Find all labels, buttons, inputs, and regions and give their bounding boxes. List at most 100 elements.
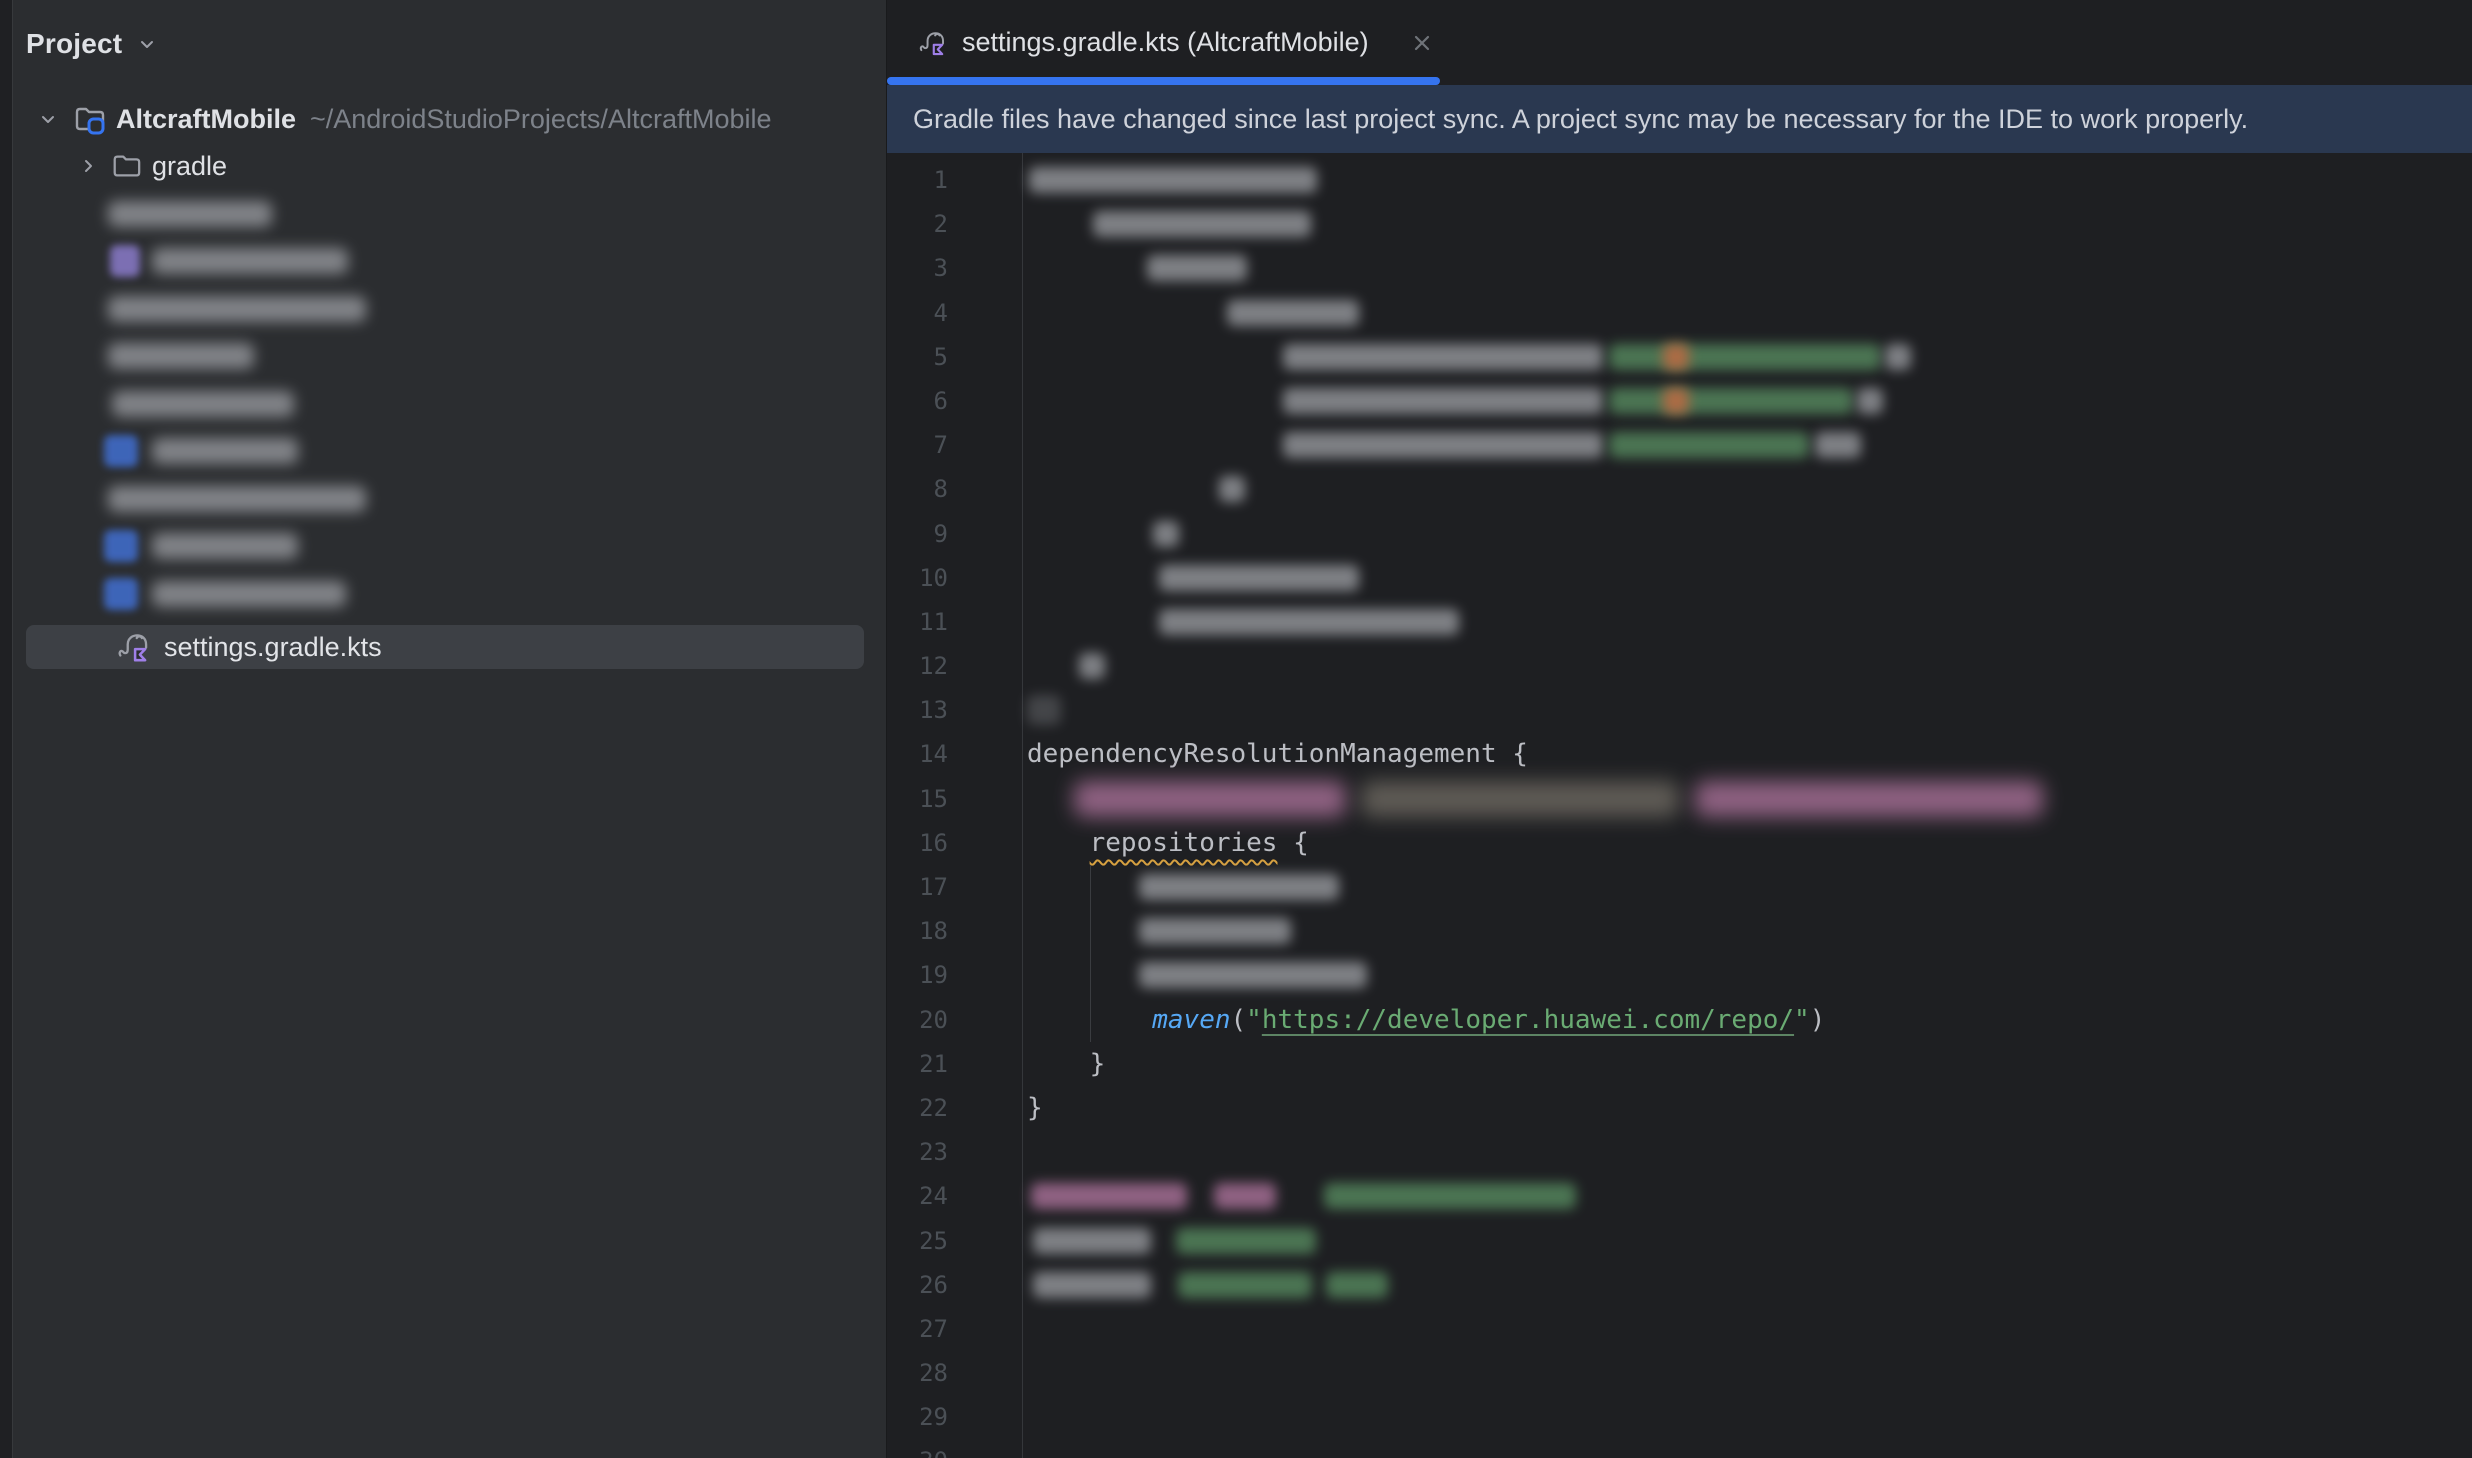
code-line[interactable]: 30: [887, 1439, 2472, 1458]
tree-item-redacted[interactable]: [0, 239, 886, 283]
code-line[interactable]: 13: [887, 688, 2472, 732]
redacted-code: [1027, 695, 1061, 725]
code-line-content: [1027, 688, 2472, 732]
code-line-content: [1027, 467, 2472, 511]
redacted-code: [1074, 781, 1346, 817]
code-line-content: [1027, 909, 2472, 953]
project-root-name: AltcraftMobile: [116, 104, 296, 135]
redacted-code: [1609, 388, 1853, 414]
code-line[interactable]: 29: [887, 1395, 2472, 1439]
line-number: 25: [887, 1219, 948, 1263]
tree-item-redacted[interactable]: [0, 382, 886, 426]
tree-item-settings-gradle-kts[interactable]: settings.gradle.kts: [26, 625, 864, 669]
gradle-sync-notification-banner: Gradle files have changed since last pro…: [887, 85, 2472, 153]
code-line[interactable]: 20 maven("https://developer.huawei.com/r…: [887, 998, 2472, 1042]
code-line[interactable]: 8: [887, 467, 2472, 511]
code-line[interactable]: 7: [887, 423, 2472, 467]
code-line-content: [1027, 246, 2472, 290]
line-number: 15: [887, 777, 948, 821]
code-line[interactable]: 22}: [887, 1086, 2472, 1130]
code-line[interactable]: 11: [887, 600, 2472, 644]
code-line[interactable]: 10: [887, 556, 2472, 600]
tree-item-redacted[interactable]: [0, 477, 886, 521]
kotlin-file-icon-redacted: [104, 530, 138, 562]
code-line[interactable]: 4: [887, 291, 2472, 335]
code-link[interactable]: https://developer.huawei.com/repo/: [1262, 1005, 1794, 1035]
code-line[interactable]: 17: [887, 865, 2472, 909]
code-line[interactable]: 23: [887, 1130, 2472, 1174]
code-line-content: [1027, 335, 2472, 379]
chevron-right-icon[interactable]: [78, 155, 100, 177]
tab-settings-gradle-kts[interactable]: settings.gradle.kts (AltcraftMobile): [888, 0, 1441, 85]
code-line[interactable]: 15: [887, 777, 2472, 821]
code-line[interactable]: 2: [887, 202, 2472, 246]
editor-body[interactable]: 1234567891011121314dependencyResolutionM…: [887, 153, 2472, 1458]
redacted-label: [108, 486, 366, 512]
redacted-code: [1033, 1228, 1151, 1254]
redacted-label: [112, 391, 294, 417]
line-number: 7: [887, 423, 948, 467]
redacted-label: [152, 248, 348, 274]
chevron-down-icon[interactable]: [136, 33, 158, 55]
code-line[interactable]: 9: [887, 512, 2472, 556]
redacted-label: [152, 438, 298, 464]
code-line[interactable]: 12: [887, 644, 2472, 688]
line-number: 4: [887, 291, 948, 335]
code-line[interactable]: 18: [887, 909, 2472, 953]
code-line-content: [1027, 556, 2472, 600]
chevron-down-icon[interactable]: [36, 107, 60, 131]
code-line-content: [1027, 158, 2472, 202]
line-number: 30: [887, 1439, 948, 1458]
code-line[interactable]: 19: [887, 953, 2472, 997]
code-line[interactable]: 3: [887, 246, 2472, 290]
redacted-code: [1093, 211, 1311, 237]
close-icon[interactable]: [1409, 30, 1435, 56]
tree-item-label: settings.gradle.kts: [164, 632, 382, 663]
redacted-code: [1159, 565, 1359, 591]
redacted-code: [1159, 609, 1459, 635]
tree-item-redacted[interactable]: [0, 334, 886, 378]
line-number: 14: [887, 732, 948, 776]
indent-guide: [1090, 953, 1091, 997]
code-line-content: [1027, 1351, 2472, 1395]
tree-item-redacted[interactable]: [0, 524, 886, 568]
code-line[interactable]: 16 repositories {: [887, 821, 2472, 865]
file-icon-redacted: [110, 245, 140, 277]
code-line-content: [1027, 202, 2472, 246]
code-line[interactable]: 5: [887, 335, 2472, 379]
code-line[interactable]: 14dependencyResolutionManagement {: [887, 732, 2472, 776]
code-line[interactable]: 1: [887, 158, 2472, 202]
redacted-code: [1079, 653, 1105, 679]
code-line[interactable]: 24: [887, 1174, 2472, 1218]
tree-item-redacted[interactable]: [0, 192, 886, 236]
code-line[interactable]: 21 }: [887, 1042, 2472, 1086]
redacted-code: [1214, 1183, 1276, 1209]
code-line[interactable]: 6: [887, 379, 2472, 423]
code-line-content: maven("https://developer.huawei.com/repo…: [1027, 998, 2472, 1042]
tree-item-redacted[interactable]: [0, 429, 886, 473]
redacted-code: [1033, 1272, 1151, 1298]
code-line[interactable]: 25: [887, 1219, 2472, 1263]
tree-item-redacted[interactable]: [0, 287, 886, 331]
code-line-content: [1027, 1439, 2472, 1458]
tree-item-gradle-folder[interactable]: gradle: [0, 143, 886, 189]
line-number: 13: [887, 688, 948, 732]
code-line[interactable]: 27: [887, 1307, 2472, 1351]
line-number: 22: [887, 1086, 948, 1130]
indent-guide: [1090, 998, 1091, 1042]
redacted-code: [1885, 344, 1911, 370]
tree-item-redacted[interactable]: [0, 572, 886, 616]
line-number: 3: [887, 246, 948, 290]
code-line-content: }: [1027, 1086, 2472, 1130]
redacted-code: [1029, 167, 1317, 193]
code-line[interactable]: 26: [887, 1263, 2472, 1307]
redacted-code: [1031, 1183, 1187, 1209]
line-number: 26: [887, 1263, 948, 1307]
code-line[interactable]: 28: [887, 1351, 2472, 1395]
redacted-code: [1324, 1183, 1576, 1209]
line-number: 1: [887, 158, 948, 202]
tab-title: settings.gradle.kts (AltcraftMobile): [962, 27, 1369, 58]
tree-item-project-root[interactable]: AltcraftMobile ~/AndroidStudioProjects/A…: [0, 96, 886, 142]
banner-message: Gradle files have changed since last pro…: [913, 85, 2248, 153]
redacted-code: [1178, 1272, 1312, 1298]
